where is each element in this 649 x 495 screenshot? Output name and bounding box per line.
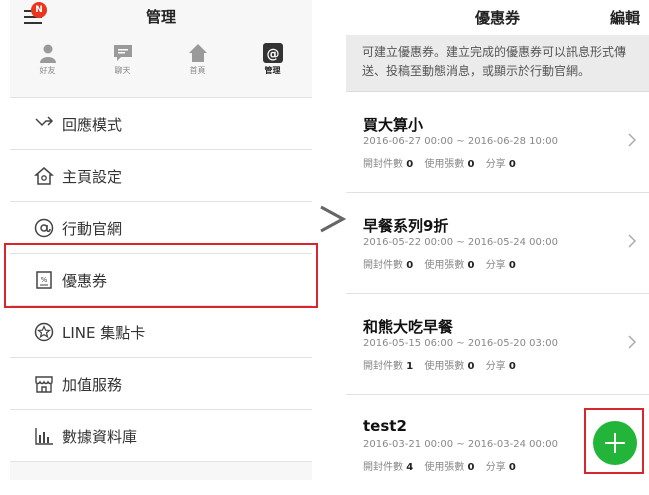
- tab-label: 好友: [39, 66, 56, 75]
- stat-value-opened: 0: [406, 159, 414, 170]
- tab-manage[interactable]: @ 管理: [235, 34, 310, 82]
- coupon-stats: 開封件數 0 使用張數 0 分享 0: [363, 256, 524, 271]
- coupon-list-item[interactable]: 早餐系列9折 2016-05-22 00:00 ~ 2016-05-24 00:…: [346, 193, 649, 294]
- tab-friends[interactable]: 好友: [10, 34, 85, 82]
- menu-item-label: 數據資料庫: [62, 428, 138, 446]
- stat-value-shared: 0: [508, 159, 516, 170]
- star-circle-icon: [34, 322, 54, 342]
- menu-item-reply-mode[interactable]: 回應模式: [10, 98, 312, 150]
- stat-label-used: 使用張數: [424, 361, 465, 372]
- stat-value-used: 0: [467, 260, 475, 271]
- menu-item-label: 加值服務: [62, 376, 123, 394]
- stat-label-shared: 分享: [485, 159, 506, 170]
- tab-chat[interactable]: 聊天: [85, 34, 160, 82]
- chat-icon: [113, 45, 132, 61]
- chevron-right-icon: [628, 133, 637, 147]
- stat-label-opened: 開封件數: [363, 361, 403, 372]
- coupon-page-title: 優惠券: [474, 9, 520, 27]
- tab-label: 首頁: [189, 66, 206, 75]
- menu-item-value-added-services[interactable]: 加值服務: [10, 358, 312, 410]
- menu-item-label: 主頁設定: [62, 168, 123, 186]
- tab-label: 管理: [264, 66, 281, 75]
- coupon-name: 早餐系列9折: [363, 217, 449, 235]
- chevron-right-icon: [628, 234, 637, 248]
- stat-label-opened: 開封件數: [363, 260, 403, 271]
- chevron-right-icon: [628, 335, 637, 349]
- stat-value-used: 0: [467, 159, 475, 170]
- stat-value-opened: 4: [406, 462, 414, 473]
- stat-value-shared: 0: [508, 462, 516, 473]
- stat-label-shared: 分享: [485, 260, 506, 271]
- home-settings-icon: [34, 167, 54, 185]
- stat-value-opened: 0: [406, 260, 414, 271]
- coupon-stats: 開封件數 0 使用張數 0 分享 0: [363, 155, 524, 170]
- tab-label: 聊天: [114, 66, 131, 75]
- tab-home[interactable]: 首頁: [160, 34, 235, 82]
- left-header: N 管理: [10, 0, 312, 32]
- stat-value-used: 0: [467, 361, 475, 372]
- stat-label-opened: 開封件數: [363, 159, 403, 170]
- menu-item-database[interactable]: 數據資料庫: [10, 410, 312, 462]
- coupon-header: 優惠券 編輯: [346, 0, 649, 34]
- menu-item-label: LINE 集點卡: [62, 324, 146, 342]
- stat-value-shared: 0: [508, 260, 516, 271]
- menu-item-label: 回應模式: [62, 116, 123, 134]
- right-screen: 優惠券 編輯 可建立優惠券。建立完成的優惠券可以訊息形式傳送、投稿至動態消息，或…: [346, 0, 649, 480]
- coupon-stats: 開封件數 4 使用張數 0 分享 0: [363, 458, 524, 473]
- coupon-period: 2016-05-22 00:00 ~ 2016-05-24 00:00: [363, 237, 558, 248]
- stat-label-shared: 分享: [485, 361, 506, 372]
- stat-value-used: 0: [467, 462, 475, 473]
- add-button-highlight-box: [584, 408, 644, 474]
- stat-value-opened: 1: [406, 361, 414, 372]
- tab-bar: 好友 聊天 首頁 @ 管理: [10, 34, 312, 82]
- bar-chart-icon: [35, 428, 53, 445]
- notice-text: 可建立優惠券。建立完成的優惠券可以訊息形式傳送、投稿至動態消息，或顯示於行動官網…: [362, 45, 627, 78]
- info-notice: 可建立優惠券。建立完成的優惠券可以訊息形式傳送、投稿至動態消息，或顯示於行動官網…: [346, 35, 649, 92]
- stat-label-used: 使用張數: [424, 159, 465, 170]
- edit-button[interactable]: 編輯: [610, 7, 640, 28]
- person-icon: [39, 44, 56, 63]
- home-icon: [188, 44, 207, 62]
- coupon-period: 2016-03-21 00:00 ~ 2016-03-24 00:00: [363, 439, 558, 450]
- coupon-name: 和熊大吃早餐: [363, 318, 454, 336]
- coupon-list-item[interactable]: 和熊大吃早餐 2016-05-15 06:00 ~ 2016-05-20 03:…: [346, 294, 649, 395]
- svg-text:@: @: [266, 47, 279, 62]
- at-circle-icon: [34, 218, 54, 238]
- page-title: 管理: [145, 8, 176, 26]
- menu-item-home-settings[interactable]: 主頁設定: [10, 150, 312, 202]
- at-icon: @: [262, 43, 283, 63]
- reply-arrow-icon: [35, 116, 54, 127]
- left-screen: N 管理 好友 聊天 首頁 @ 管理 回應模式 主頁設定 行動官網 % 優惠券 …: [10, 0, 312, 480]
- stat-label-opened: 開封件數: [363, 462, 403, 473]
- coupon-period: 2016-05-15 06:00 ~ 2016-05-20 03:00: [363, 338, 558, 349]
- store-icon: [35, 376, 53, 393]
- coupon-period: 2016-06-27 00:00 ~ 2016-06-28 10:00: [363, 136, 558, 147]
- stat-label-used: 使用張數: [424, 260, 465, 271]
- stat-label-shared: 分享: [485, 462, 506, 473]
- coupon-name: test2: [363, 417, 407, 435]
- stat-value-shared: 0: [508, 361, 516, 372]
- coupon-stats: 開封件數 1 使用張數 0 分享 0: [363, 357, 524, 372]
- menu-item-label: 行動官網: [62, 220, 123, 238]
- menu-item-line-point-card[interactable]: LINE 集點卡: [10, 306, 312, 358]
- next-step-arrow-icon: [320, 205, 346, 233]
- coupon-name: 買大算小: [363, 116, 424, 134]
- coupon-highlight-box: [4, 243, 318, 308]
- coupon-list-item[interactable]: 買大算小 2016-06-27 00:00 ~ 2016-06-28 10:00…: [346, 92, 649, 193]
- stat-label-used: 使用張數: [424, 462, 465, 473]
